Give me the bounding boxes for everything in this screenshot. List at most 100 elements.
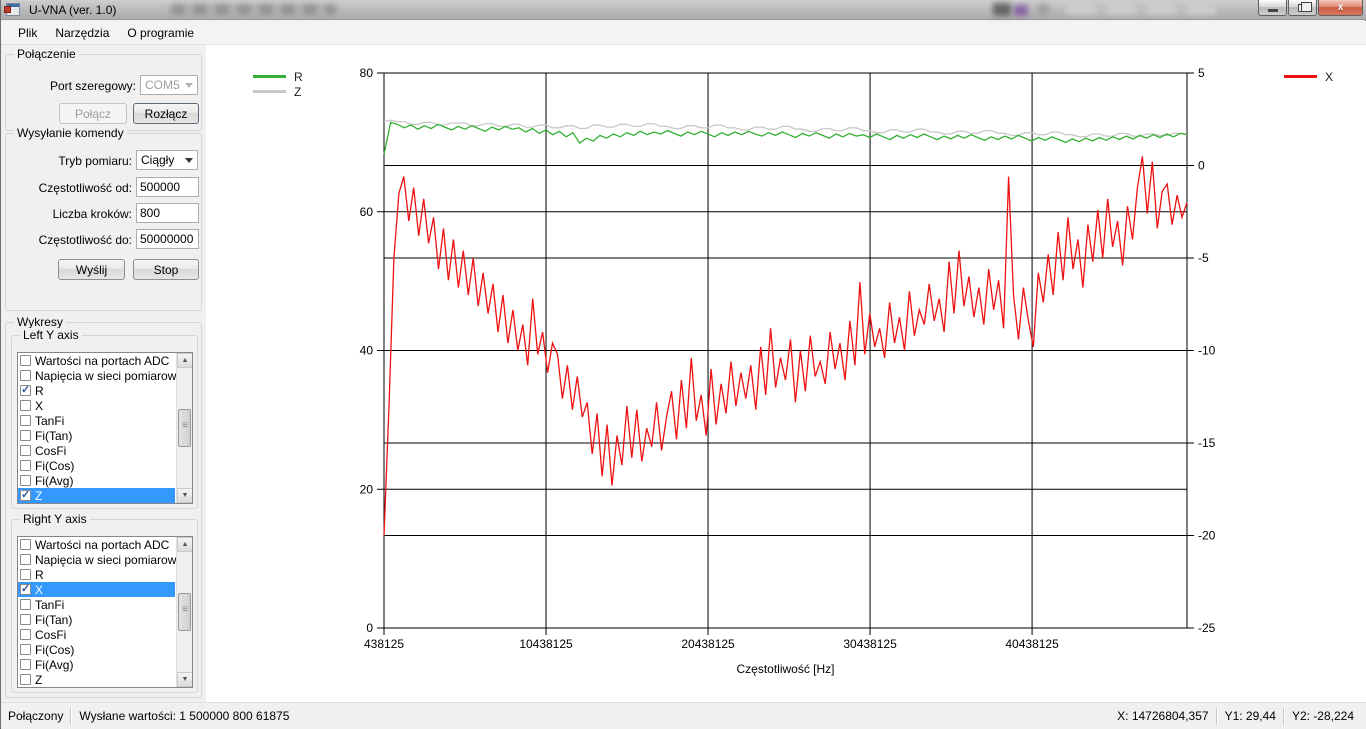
plot[interactable]: 80604020050-5-10-15-20-25438125104381252…: [384, 73, 1187, 628]
list-item[interactable]: TanFi: [18, 597, 175, 612]
list-item[interactable]: X: [18, 398, 175, 413]
send-button[interactable]: Wyślij: [58, 259, 125, 280]
list-item[interactable]: Napięcia w sieci pomiarowej: [18, 368, 175, 383]
scroll-thumb[interactable]: [178, 593, 191, 631]
checkbox[interactable]: [20, 629, 31, 640]
chevron-down-icon: [185, 158, 193, 163]
checkbox[interactable]: [20, 460, 31, 471]
list-item-label: Fi(Tan): [35, 613, 72, 627]
list-item-label: Napięcia w sieci pomiarowej: [35, 369, 186, 383]
legend-swatch-r: [253, 75, 286, 78]
list-item[interactable]: Wartości na portach ADC: [18, 537, 175, 552]
list-item[interactable]: Fi(Tan): [18, 428, 175, 443]
disconnect-button[interactable]: Rozłącz: [133, 103, 199, 124]
list-item[interactable]: R: [18, 567, 175, 582]
freq-to-input[interactable]: 50000000: [136, 229, 199, 249]
list-item[interactable]: CosFi: [18, 627, 175, 642]
restore-button[interactable]: [1288, 0, 1317, 16]
checkbox[interactable]: [20, 539, 31, 550]
scroll-up-icon[interactable]: ▲: [177, 353, 193, 368]
steps-input[interactable]: 800: [136, 203, 199, 223]
right-axis-checklist[interactable]: Wartości na portach ADCNapięcia w sieci …: [17, 536, 193, 688]
menu-plik[interactable]: Plik: [9, 23, 46, 43]
checkbox[interactable]: [20, 430, 31, 441]
minimize-button[interactable]: [1258, 0, 1287, 16]
list-item-label: R: [35, 568, 44, 582]
list-item[interactable]: Fi(Cos): [18, 642, 175, 657]
list-item[interactable]: Z: [18, 672, 175, 687]
checkbox[interactable]: [20, 370, 31, 381]
list-item[interactable]: Fi(Cos): [18, 458, 175, 473]
svg-text:0: 0: [366, 621, 373, 635]
redacted-blur: [1014, 5, 1028, 16]
legend-label: X: [1325, 70, 1333, 84]
list-item-label: X: [35, 583, 43, 597]
menu-o-programie[interactable]: O programie: [118, 23, 203, 43]
freq-from-label: Częstotliwość od:: [16, 181, 132, 195]
list-item[interactable]: TanFi: [18, 413, 175, 428]
checkbox[interactable]: [20, 569, 31, 580]
checkbox[interactable]: [20, 355, 31, 366]
legend-right: X: [1284, 69, 1333, 84]
svg-text:10438125: 10438125: [519, 637, 573, 651]
checkbox[interactable]: ✓: [20, 385, 31, 396]
scroll-up-icon[interactable]: ▲: [177, 537, 193, 552]
list-item[interactable]: ✓Z: [18, 488, 175, 503]
list-item-label: Napięcia w sieci pomiarowej: [35, 553, 186, 567]
checkbox[interactable]: [20, 644, 31, 655]
list-item[interactable]: Napięcia w sieci pomiarowej: [18, 552, 175, 567]
close-icon: x: [1338, 2, 1344, 13]
checkbox[interactable]: [20, 400, 31, 411]
list-item-label: Wartości na portach ADC: [35, 354, 169, 368]
title-bar[interactable]: U-VNA (ver. 1.0) x: [1, 0, 1366, 20]
freq-from-input[interactable]: 500000: [136, 177, 199, 197]
u-vna-window: { "window": { "title": "U-VNA (ver. 1.0)…: [0, 0, 1366, 729]
charts-group: Wykresy Left Y axis Wartości na portach …: [5, 322, 202, 698]
list-item[interactable]: Fi(Avg): [18, 657, 175, 672]
list-item[interactable]: ✓X: [18, 582, 175, 597]
scrollbar[interactable]: ▲ ▼: [176, 353, 192, 503]
list-item[interactable]: Fi(Tan): [18, 612, 175, 627]
cursor-y2-readout: Y2: -28,224: [1285, 709, 1361, 723]
window-title: U-VNA (ver. 1.0): [29, 3, 116, 17]
checkbox[interactable]: [20, 674, 31, 685]
connection-group-title: Połączenie: [14, 47, 79, 61]
checkbox[interactable]: ✓: [20, 490, 31, 501]
close-button[interactable]: x: [1318, 0, 1363, 16]
chart-area[interactable]: RZ X 80604020050-5-10-15-20-254381251043…: [206, 45, 1366, 702]
scrollbar[interactable]: ▲ ▼: [176, 537, 192, 687]
sent-values: Wysłane wartości: 1 500000 800 61875: [72, 709, 296, 723]
stop-button[interactable]: Stop: [133, 259, 199, 280]
scroll-down-icon[interactable]: ▼: [177, 672, 193, 687]
checkbox[interactable]: [20, 415, 31, 426]
svg-text:20438125: 20438125: [681, 637, 735, 651]
connection-group: Połączenie Port szeregowy: COM5 Połącz R…: [5, 54, 202, 131]
list-item[interactable]: ✓R: [18, 383, 175, 398]
measure-mode-select[interactable]: Ciągły: [136, 150, 198, 170]
status-bar: Połączony Wysłane wartości: 1 500000 800…: [1, 702, 1366, 729]
list-item[interactable]: Fi(Avg): [18, 473, 175, 488]
legend-swatch-z: [253, 90, 286, 93]
checkbox[interactable]: [20, 614, 31, 625]
legend-swatch-x: [1284, 75, 1317, 78]
connect-button[interactable]: Połącz: [59, 103, 127, 124]
list-item-label: Fi(Avg): [35, 474, 73, 488]
scroll-thumb[interactable]: [178, 409, 191, 447]
scroll-down-icon[interactable]: ▼: [177, 488, 193, 503]
legend-entry: Z: [253, 84, 303, 99]
checkbox[interactable]: [20, 554, 31, 565]
checkbox[interactable]: ✓: [20, 584, 31, 595]
checkbox[interactable]: [20, 599, 31, 610]
svg-text:438125: 438125: [364, 637, 404, 651]
checkbox[interactable]: [20, 445, 31, 456]
svg-text:30438125: 30438125: [843, 637, 897, 651]
list-item-label: CosFi: [35, 628, 66, 642]
list-item-label: Fi(Tan): [35, 429, 72, 443]
checkbox[interactable]: [20, 475, 31, 486]
list-item[interactable]: CosFi: [18, 443, 175, 458]
serial-port-select[interactable]: COM5: [140, 75, 198, 95]
list-item[interactable]: Wartości na portach ADC: [18, 353, 175, 368]
menu-narzedzia[interactable]: Narzędzia: [46, 23, 118, 43]
checkbox[interactable]: [20, 659, 31, 670]
left-axis-checklist[interactable]: Wartości na portach ADCNapięcia w sieci …: [17, 352, 193, 504]
